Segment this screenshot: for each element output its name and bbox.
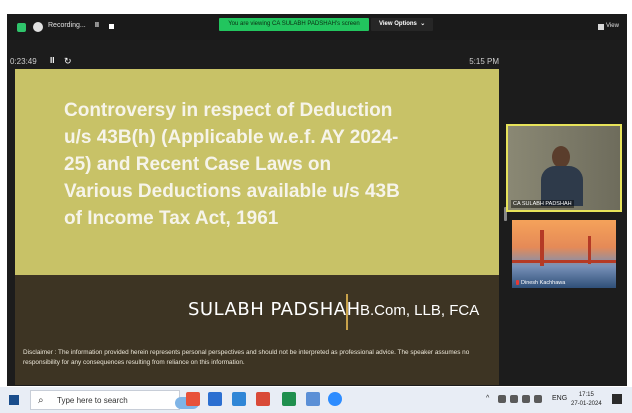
tally-icon[interactable] xyxy=(256,392,270,406)
shared-slide: Controversy in respect of Deduction u/s … xyxy=(15,69,499,385)
view-options-button[interactable]: View Options ⌄ xyxy=(371,18,434,31)
participant-tile[interactable]: Dinesh Kachhawa xyxy=(512,220,616,288)
chevron-down-icon: ⌄ xyxy=(420,21,426,27)
notification-icon[interactable] xyxy=(612,394,622,404)
slide-title: Controversy in respect of Deduction u/s … xyxy=(64,100,400,229)
volume-icon[interactable] xyxy=(534,395,542,403)
language-indicator[interactable]: ENG xyxy=(552,395,567,402)
security-shield-icon[interactable] xyxy=(17,23,26,32)
elapsed-time: 0:23:49 xyxy=(10,57,37,66)
recording-time-bar: 0:23:49 II ↻ 5:15 PM xyxy=(7,54,507,70)
slide-disclaimer: Disclaimer : The information provided he… xyxy=(23,349,470,366)
speaker-credentials: B.Com, LLB, FCA xyxy=(360,302,480,319)
tray-icon[interactable] xyxy=(510,395,518,403)
taskbar-time: 17:15 xyxy=(578,392,594,398)
meeting-clock: 5:15 PM xyxy=(469,57,499,66)
windows-taskbar: ⌕ Type here to search ^ ENG 17:15 27-01-… xyxy=(0,387,632,413)
app-icon[interactable] xyxy=(232,392,246,406)
view-grid-icon[interactable] xyxy=(598,24,604,30)
search-placeholder: Type here to search xyxy=(57,396,128,405)
zoom-app-icon[interactable] xyxy=(328,392,342,406)
tray-overflow-icon[interactable]: ^ xyxy=(486,395,489,402)
refresh-icon[interactable]: ↻ xyxy=(64,56,72,67)
zoom-top-bar: Recording... II You are viewing CA SULAB… xyxy=(7,14,627,40)
participant-tile-active-speaker[interactable]: CA SULABH PADSHAH xyxy=(506,124,622,212)
name-divider xyxy=(346,294,348,330)
screen-share-banner: You are viewing CA SULABH PADSHAH's scre… xyxy=(219,18,369,31)
taskbar-date: 27-01-2024 xyxy=(571,401,602,407)
view-button[interactable]: View xyxy=(606,23,619,29)
speaker-name: SULABH PADSHAH xyxy=(188,299,361,320)
excel-icon[interactable] xyxy=(282,392,296,406)
pause-icon[interactable]: II xyxy=(50,56,54,65)
stop-recording-button[interactable] xyxy=(109,24,114,29)
file-explorer-icon[interactable] xyxy=(306,392,320,406)
pause-recording-button[interactable]: II xyxy=(95,22,99,29)
slide-title-panel: Controversy in respect of Deduction u/s … xyxy=(15,69,499,275)
tray-icon[interactable] xyxy=(498,395,506,403)
tray-icon[interactable] xyxy=(522,395,530,403)
muted-mic-icon xyxy=(516,280,519,286)
taskbar-search-input[interactable]: ⌕ Type here to search xyxy=(30,390,199,410)
view-options-label: View Options xyxy=(379,21,417,27)
participant-name-text: Dinesh Kachhawa xyxy=(521,280,566,286)
recording-label: Recording... xyxy=(48,22,86,29)
chrome-icon[interactable] xyxy=(186,392,200,406)
windows-start-icon[interactable] xyxy=(9,395,19,405)
search-icon: ⌕ xyxy=(38,395,44,406)
participant-video-head xyxy=(552,146,570,168)
bridge-deck xyxy=(512,260,616,263)
slide-footer-panel: SULABH PADSHAH B.Com, LLB, FCA Disclaime… xyxy=(15,275,499,385)
taskbar-clock[interactable]: 17:15 27-01-2024 xyxy=(571,391,602,409)
word-icon[interactable] xyxy=(208,392,222,406)
participant-name: CA SULABH PADSHAH xyxy=(511,200,574,208)
participant-name: Dinesh Kachhawa xyxy=(516,280,565,286)
recording-icon xyxy=(33,22,43,32)
